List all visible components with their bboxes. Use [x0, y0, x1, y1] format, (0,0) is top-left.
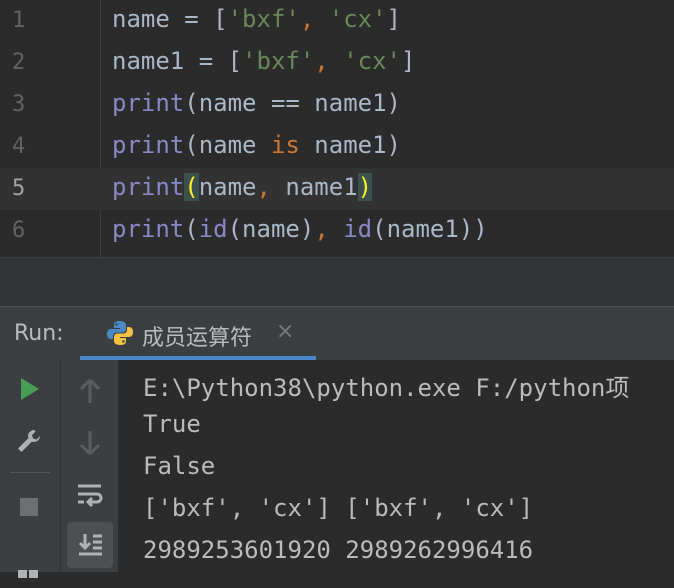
code-text: print(name == name1) [112, 89, 401, 117]
code-token: name = [ [112, 5, 228, 33]
code-token: name1) [299, 131, 402, 159]
code-token: is [270, 131, 300, 159]
scroll-up-button[interactable] [61, 368, 119, 414]
line-number: 5 [12, 176, 26, 201]
code-line[interactable]: 4 print(name is name1) [0, 126, 674, 168]
code-text: print(name, name1) [112, 173, 373, 201]
code-token: (name1)) [372, 215, 488, 243]
play-icon [21, 378, 39, 400]
code-line[interactable]: 3 print(name == name1) [0, 84, 674, 126]
run-toolbar-left [0, 360, 60, 578]
soft-wrap-icon [78, 484, 103, 508]
line-number: 4 [12, 134, 26, 159]
code-token: (name [184, 131, 271, 159]
code-token: print [112, 89, 185, 117]
run-label: Run: [14, 321, 64, 346]
code-token: print [112, 215, 185, 243]
code-text: print(id(name), id(name1)) [112, 215, 488, 243]
code-token: print [112, 131, 185, 159]
arrow-down-icon [79, 431, 101, 456]
code-token: , [314, 47, 344, 75]
scroll-to-end-icon [78, 534, 102, 556]
console-line: E:\Python38\python.exe F:/python项 [143, 374, 630, 402]
code-line[interactable]: 1 name = ['bxf', 'cx'] [0, 0, 674, 42]
code-token: name1 [285, 173, 358, 201]
python-icon [107, 321, 133, 345]
line-number: 6 [12, 218, 26, 243]
code-token: 'bxf' [227, 5, 300, 33]
console-line: True [143, 410, 201, 438]
modify-run-configuration-button[interactable] [0, 418, 58, 464]
line-number: 2 [12, 50, 26, 75]
stop-button[interactable] [0, 484, 58, 530]
code-token: , [256, 173, 286, 201]
rerun-button[interactable] [0, 366, 58, 412]
layout-button[interactable] [0, 542, 58, 588]
code-line[interactable]: 6 print(id(name), id(name1)) [0, 210, 674, 252]
line-number: 3 [12, 92, 26, 117]
code-line[interactable]: 2 name1 = ['bxf', 'cx'] [0, 42, 674, 84]
scroll-down-button[interactable] [61, 420, 119, 466]
code-token: name1 = [ [112, 47, 243, 75]
console-output[interactable]: E:\Python38\python.exe F:/python项 True F… [118, 360, 674, 572]
toolbar-separator [10, 472, 50, 473]
code-token: , [299, 5, 329, 33]
run-tab-label: 成员运算符 [142, 326, 253, 351]
arrow-up-icon [79, 378, 101, 403]
soft-wrap-button[interactable] [61, 472, 119, 518]
layout-icon [18, 570, 38, 578]
code-token: (name == name1) [184, 89, 401, 117]
code-token: ( [184, 215, 199, 243]
panel-splitter[interactable] [0, 258, 674, 306]
code-editor[interactable]: 1 name = ['bxf', 'cx'] 2 name1 = ['bxf', 'c… [0, 0, 674, 258]
scroll-to-end-button[interactable] [67, 522, 113, 568]
code-token: name [198, 173, 257, 201]
code-line[interactable]: 5 print(name, name1) [0, 168, 674, 210]
code-text: name1 = ['bxf', 'cx'] [112, 47, 415, 75]
code-token: id [343, 215, 373, 243]
code-token: ] [386, 5, 401, 33]
code-token: , [314, 215, 344, 243]
stop-icon [20, 498, 38, 516]
run-tool-window-header: Run: 成员运算符 × [0, 306, 674, 361]
code-token: 'cx' [343, 47, 401, 75]
code-token: ] [401, 47, 416, 75]
code-token: id [198, 215, 228, 243]
run-toolbar-right [60, 360, 119, 572]
wrench-icon [18, 430, 40, 452]
console-line: ['bxf', 'cx'] ['bxf', 'cx'] [143, 494, 534, 522]
code-token: 'cx' [328, 5, 387, 33]
close-tab-icon[interactable]: × [276, 319, 294, 344]
run-tab[interactable]: 成员运算符 × [80, 307, 316, 361]
code-text: print(name is name1) [112, 131, 401, 159]
code-text: name = ['bxf', 'cx'] [112, 5, 401, 33]
console-line: 2989253601920 2989262996416 [143, 536, 534, 564]
code-token: 'bxf' [242, 47, 315, 75]
console-line: False [143, 452, 216, 480]
line-number: 1 [12, 8, 26, 33]
code-token: (name) [227, 215, 315, 243]
code-token: ) [357, 173, 373, 201]
code-token: print [112, 173, 185, 201]
code-token: ( [184, 173, 199, 201]
